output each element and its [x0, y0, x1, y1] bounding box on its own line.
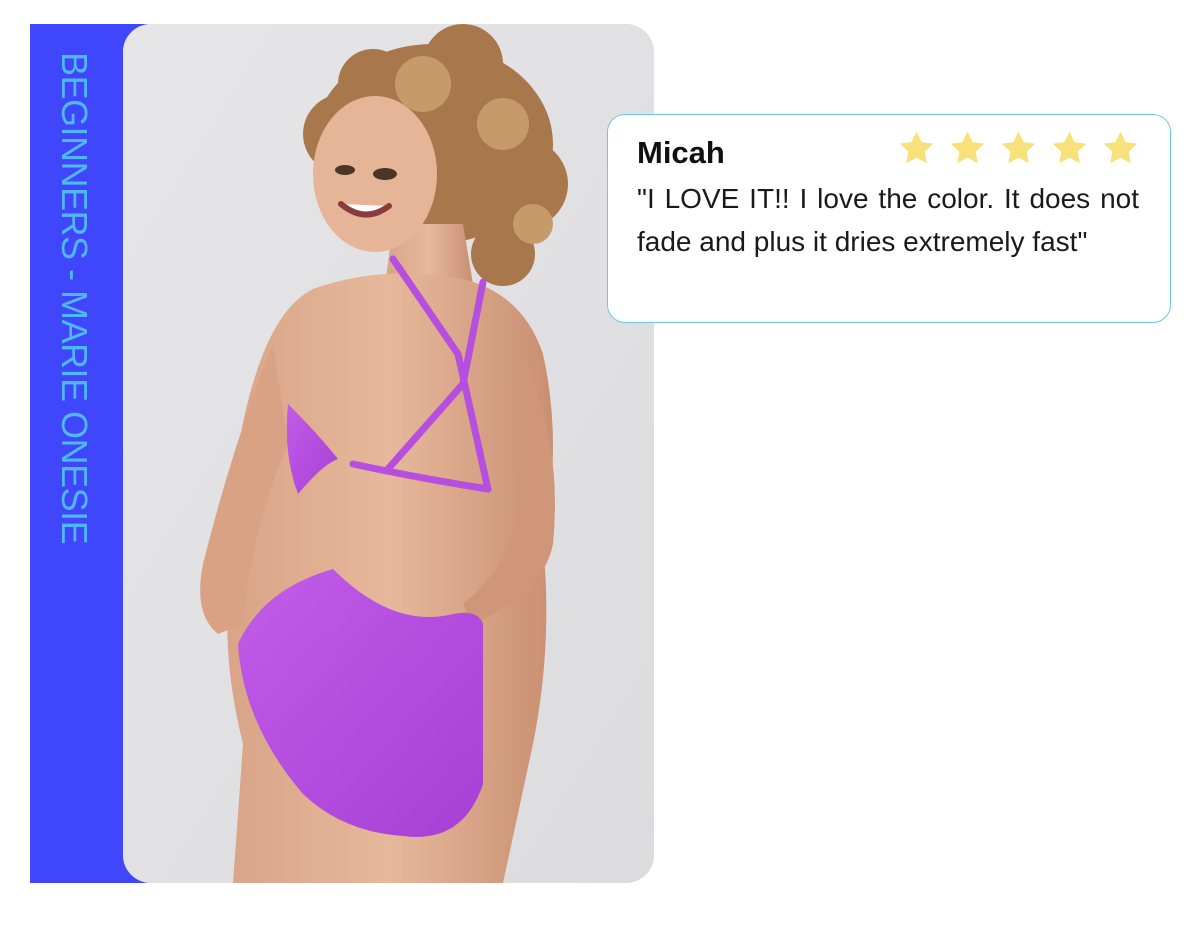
star-icon: [1052, 131, 1087, 164]
reviewer-name: Micah: [637, 135, 725, 170]
star-icon: [899, 131, 934, 164]
star-rating: [897, 129, 1140, 168]
product-name-label: BEGINNERS - MARIE ONESIE: [54, 52, 95, 545]
star-icon: [950, 131, 985, 164]
product-photo: [123, 24, 654, 883]
star-icon: [1001, 131, 1036, 164]
star-icon: [1103, 131, 1138, 164]
model-swimsuit-illustration: [123, 24, 654, 883]
review-card: Micah "I LOVE IT!! I love the color. It …: [607, 114, 1171, 323]
review-text: "I LOVE IT!! I love the color. It does n…: [637, 183, 1139, 257]
